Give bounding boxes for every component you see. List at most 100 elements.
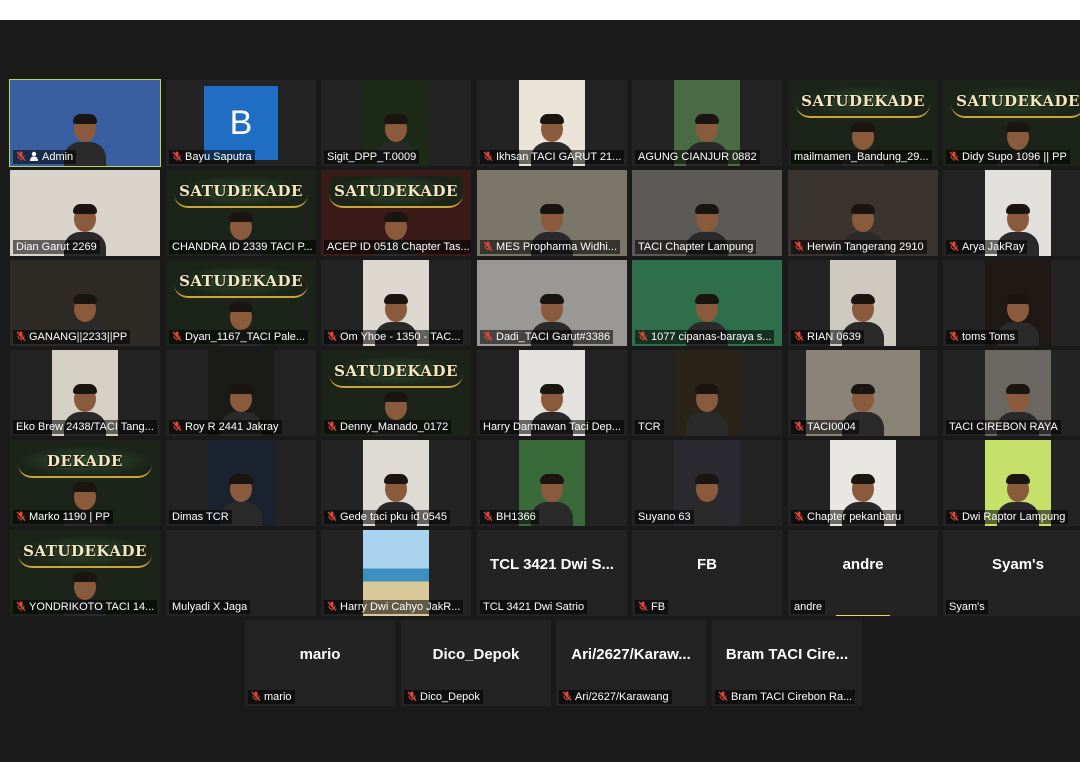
participant-name: Eko Brew 2438/TACI Tang...	[16, 421, 154, 433]
host-icon	[29, 151, 39, 161]
participant-tile[interactable]: Arya JakRay	[943, 170, 1080, 256]
participant-display-name: Dico_Depok	[432, 646, 520, 663]
participant-tile[interactable]: RIAN 0639	[788, 260, 938, 346]
participant-name: AGUNG CIANJUR 0882	[638, 151, 757, 163]
participant-name: Bayu Saputra	[185, 151, 252, 163]
participant-tile[interactable]: SATUDEKADE ACEP ID 0518 Chapter Tas...	[321, 170, 471, 256]
participant-tile[interactable]: 1077 cipanas-baraya s...	[632, 260, 782, 346]
participant-tile[interactable]: SATUDEKADE YONDRIKOTO TACI 14...	[10, 530, 160, 616]
participant-name: TCR	[638, 421, 661, 433]
participant-name-label: Roy R 2441 Jakray	[169, 420, 282, 434]
participant-tile[interactable]: Harry Darmawan Taci Dep...	[477, 350, 627, 436]
participant-name: Didy Supo 1096 || PP	[962, 151, 1067, 163]
mic-muted-icon	[949, 331, 959, 341]
participant-tile[interactable]: SATUDEKADE CHANDRA ID 2339 TACI P...	[166, 170, 316, 256]
participant-tile[interactable]: Sigit_DPP_T.0009	[321, 80, 471, 166]
mic-muted-icon	[794, 421, 804, 431]
participant-tile[interactable]: AGUNG CIANJUR 0882	[632, 80, 782, 166]
participant-tile[interactable]: B Bayu Saputra	[166, 80, 316, 166]
participant-name: CHANDRA ID 2339 TACI P...	[172, 241, 313, 253]
participant-name-label: Om Yhoe - 1350 - TAC...	[324, 330, 464, 344]
participant-tile[interactable]: Gede taci pku id 0545	[321, 440, 471, 526]
participant-tile[interactable]: SATUDEKADE Denny_Manado_0172	[321, 350, 471, 436]
participant-name: Roy R 2441 Jakray	[185, 421, 279, 433]
participant-tile[interactable]: Ari/2627/Karaw... Ari/2627/Karawang	[556, 620, 706, 706]
participant-tile[interactable]: Harry Dwi Cahyo JakR...	[321, 530, 471, 616]
mic-muted-icon	[251, 691, 261, 701]
participant-tile[interactable]: Admin	[9, 79, 161, 167]
participant-name: Dian Garut 2269	[16, 241, 97, 253]
participant-tile[interactable]: Om Yhoe - 1350 - TAC...	[321, 260, 471, 346]
participant-name: Sigit_DPP_T.0009	[327, 151, 417, 163]
mic-muted-icon	[483, 151, 493, 161]
participant-name-label: FB	[635, 600, 669, 614]
participant-tile[interactable]: TACI Chapter Lampung	[632, 170, 782, 256]
participant-tile[interactable]: Bram TACI Cire... Bram TACI Cirebon Ra...	[712, 620, 862, 706]
participant-tile[interactable]: Dadi_TACI Garut#3386	[477, 260, 627, 346]
mic-muted-icon	[949, 241, 959, 251]
mic-muted-icon	[16, 331, 26, 341]
participant-name-label: TCL 3421 Dwi Satrio	[480, 600, 588, 614]
participant-tile[interactable]: FB FB	[632, 530, 782, 616]
participant-tile[interactable]: BH1366	[477, 440, 627, 526]
participant-tile[interactable]: TCR	[632, 350, 782, 436]
participant-name: Dyan_1167_TACI Pale...	[185, 331, 306, 343]
participant-tile[interactable]: Herwin Tangerang 2910	[788, 170, 938, 256]
participant-tile[interactable]: Dwi Raptor Lampung	[943, 440, 1080, 526]
participant-name-label: Denny_Manado_0172	[324, 420, 452, 434]
participant-name-label: ACEP ID 0518 Chapter Tas...	[324, 240, 471, 254]
participant-name-label: CHANDRA ID 2339 TACI P...	[169, 240, 316, 254]
participant-tile[interactable]: toms Toms	[943, 260, 1080, 346]
participant-name-label: Dico_Depok	[404, 690, 483, 704]
mic-muted-icon	[638, 331, 648, 341]
participant-tile[interactable]: Dian Garut 2269	[10, 170, 160, 256]
participant-tile[interactable]: Syam's Syam's	[943, 530, 1080, 616]
participant-name-label: Harry Darmawan Taci Dep...	[480, 420, 624, 434]
participant-name-label: TACI0004	[791, 420, 859, 434]
participant-tile[interactable]: Eko Brew 2438/TACI Tang...	[10, 350, 160, 436]
participant-tile[interactable]: SATUDEKADE Dyan_1167_TACI Pale...	[166, 260, 316, 346]
participant-tile[interactable]: SATUDEKADE Didy Supo 1096 || PP	[943, 80, 1080, 166]
participant-name-label: Bram TACI Cirebon Ra...	[715, 690, 856, 704]
participant-tile[interactable]: MES Propharma Widhi...	[477, 170, 627, 256]
participant-tile[interactable]: Dico_Depok Dico_Depok	[401, 620, 551, 706]
participant-name-label: Chapter pekanbaru	[791, 510, 905, 524]
participant-tile[interactable]: DEKADE Marko 1190 | PP	[10, 440, 160, 526]
participant-tile[interactable]: Dimas TCR	[166, 440, 316, 526]
participant-name-label: YONDRIKOTO TACI 14...	[13, 600, 158, 614]
participant-name-label: Marko 1190 | PP	[13, 510, 113, 524]
participant-name: Harry Dwi Cahyo JakR...	[340, 601, 461, 613]
mic-muted-icon	[172, 151, 182, 161]
participant-name-label: Admin	[13, 150, 77, 164]
mic-muted-icon	[638, 601, 648, 611]
participant-name-label: Didy Supo 1096 || PP	[946, 150, 1070, 164]
mic-muted-icon	[16, 151, 26, 161]
participant-name: Dadi_TACI Garut#3386	[496, 331, 611, 343]
participant-tile[interactable]: TACI CIREBON RAYA	[943, 350, 1080, 436]
mic-muted-icon	[949, 511, 959, 521]
participant-tile[interactable]: TACI0004	[788, 350, 938, 436]
participant-tile[interactable]: Roy R 2441 Jakray	[166, 350, 316, 436]
participant-tile[interactable]: Ikhsan TACI GARUT 21...	[477, 80, 627, 166]
mic-muted-icon	[172, 421, 182, 431]
participant-tile[interactable]: GANANG||2233||PP	[10, 260, 160, 346]
participant-name: Chapter pekanbaru	[807, 511, 902, 523]
participant-tile[interactable]: TCL 3421 Dwi S... TCL 3421 Dwi Satrio	[477, 530, 627, 616]
mic-muted-icon	[562, 691, 572, 701]
participant-name: mario	[264, 691, 292, 703]
participant-name-label: Gede taci pku id 0545	[324, 510, 451, 524]
participant-tile[interactable]: mario mario	[245, 620, 395, 706]
participant-name: Harry Darmawan Taci Dep...	[483, 421, 621, 433]
participant-name: TACI Chapter Lampung	[638, 241, 754, 253]
participant-name-label: Dimas TCR	[169, 510, 232, 524]
participant-name: andre	[794, 601, 823, 613]
participant-name: Denny_Manado_0172	[340, 421, 449, 433]
participant-tile[interactable]: SATUDEKADE mailmamen_Bandung_29...	[788, 80, 938, 166]
participant-tile[interactable]: Chapter pekanbaru	[788, 440, 938, 526]
participant-tile[interactable]: Mulyadi X Jaga	[166, 530, 316, 616]
participant-name: Dimas TCR	[172, 511, 229, 523]
participant-tile[interactable]: Suyano 63	[632, 440, 782, 526]
participant-name-label: mailmamen_Bandung_29...	[791, 150, 932, 164]
satudekade-logo: SATUDEKADE	[18, 536, 152, 568]
participant-tile[interactable]: andre andre	[788, 530, 938, 616]
